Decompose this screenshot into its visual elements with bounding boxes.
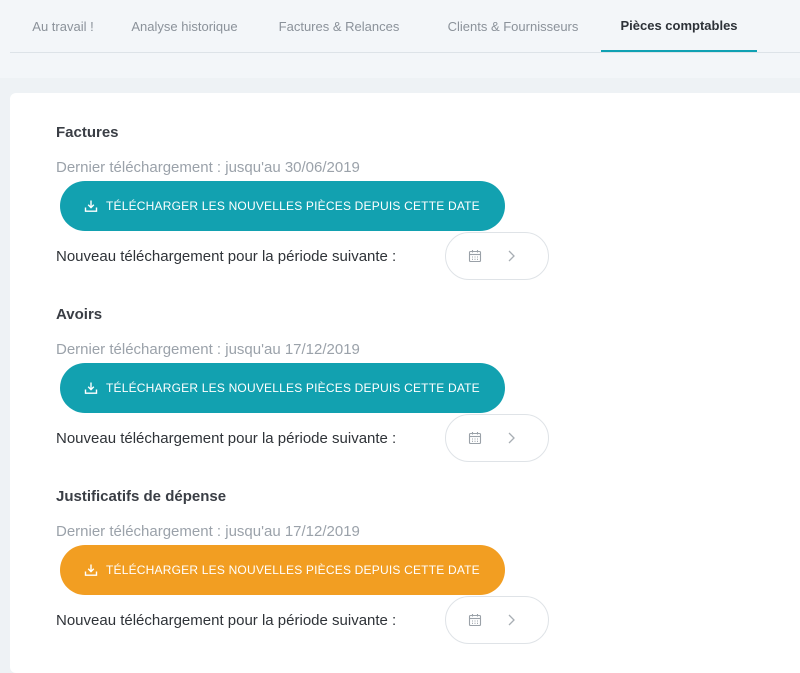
chevron-right-icon [506,431,516,445]
tab-bar: Au travail ! Analyse historique Factures… [0,0,800,78]
tab-clients-fournisseurs[interactable]: Clients & Fournisseurs [425,0,601,52]
period-picker[interactable] [445,232,549,280]
tab-analyse-historique[interactable]: Analyse historique [116,0,253,52]
section-justificatifs-depense: Justificatifs de dépense Dernier télécha… [56,487,616,663]
button-label: TÉLÉCHARGER LES NOUVELLES PIÈCES DEPUIS … [106,199,480,213]
download-new-pieces-button[interactable]: TÉLÉCHARGER LES NOUVELLES PIÈCES DEPUIS … [60,545,505,595]
section-title: Justificatifs de dépense [56,488,227,505]
period-label: Nouveau téléchargement pour la période s… [56,430,397,447]
last-download-text: Dernier téléchargement : jusqu'au 17/12/… [56,341,360,358]
chevron-right-icon [506,613,516,627]
button-label: TÉLÉCHARGER LES NOUVELLES PIÈCES DEPUIS … [106,381,480,395]
section-avoirs: Avoirs Dernier téléchargement : jusqu'au… [56,305,616,481]
section-factures: Factures Dernier téléchargement : jusqu'… [56,123,616,299]
section-title: Avoirs [56,306,103,323]
calendar-icon [468,249,482,263]
download-icon [84,381,98,395]
last-download-text: Dernier téléchargement : jusqu'au 30/06/… [56,159,360,176]
button-label: TÉLÉCHARGER LES NOUVELLES PIÈCES DEPUIS … [106,563,480,577]
download-icon [84,199,98,213]
section-title: Factures [56,124,119,141]
tab-au-travail[interactable]: Au travail ! [10,0,116,52]
period-label: Nouveau téléchargement pour la période s… [56,248,397,265]
content-card: Factures Dernier téléchargement : jusqu'… [10,93,800,673]
download-new-pieces-button[interactable]: TÉLÉCHARGER LES NOUVELLES PIÈCES DEPUIS … [60,363,505,413]
tab-list: Au travail ! Analyse historique Factures… [10,0,800,53]
period-picker[interactable] [445,596,549,644]
tab-factures-relances[interactable]: Factures & Relances [253,0,425,52]
period-label: Nouveau téléchargement pour la période s… [56,612,397,629]
calendar-icon [468,613,482,627]
chevron-right-icon [506,249,516,263]
period-picker[interactable] [445,414,549,462]
last-download-text: Dernier téléchargement : jusqu'au 17/12/… [56,523,360,540]
download-new-pieces-button[interactable]: TÉLÉCHARGER LES NOUVELLES PIÈCES DEPUIS … [60,181,505,231]
tab-pieces-comptables[interactable]: Pièces comptables [601,0,757,52]
download-icon [84,563,98,577]
calendar-icon [468,431,482,445]
